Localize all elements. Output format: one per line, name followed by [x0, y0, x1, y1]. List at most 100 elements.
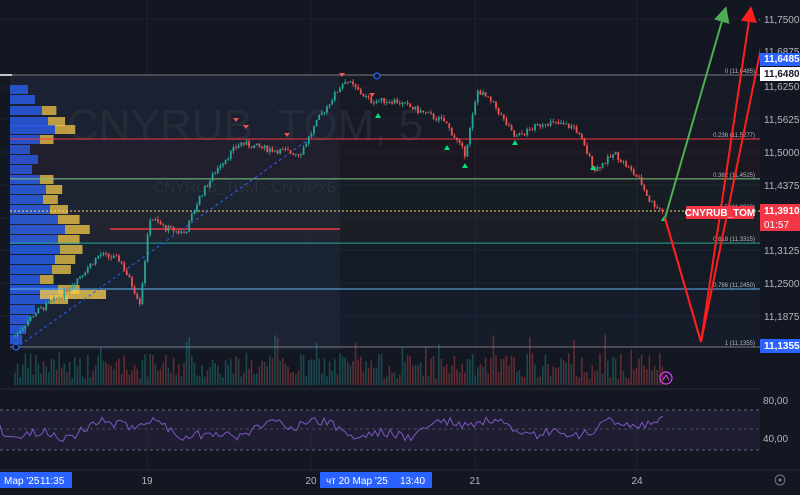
volume-bar: [170, 372, 172, 385]
candle-body: [185, 231, 188, 234]
candle-body: [118, 255, 120, 262]
volume-bar: [432, 356, 435, 385]
candle-body: [461, 142, 464, 147]
candle-body: [110, 257, 113, 259]
volume-bar: [71, 378, 73, 385]
candle-body: [240, 142, 243, 146]
volume-bar: [427, 376, 430, 385]
candle-body: [190, 214, 193, 221]
volume-bar: [544, 354, 547, 385]
volume-bar: [110, 365, 112, 385]
volume-bar: [638, 358, 640, 385]
candle-body: [567, 123, 570, 128]
candle-body: [224, 159, 227, 164]
candle-body: [580, 134, 583, 140]
candle-body: [562, 122, 565, 125]
candle-body: [619, 160, 622, 163]
candle-body: [55, 297, 58, 299]
candle-body: [354, 84, 357, 88]
volume-bar: [601, 373, 604, 385]
candle-body: [554, 121, 557, 123]
candle-body: [588, 153, 591, 156]
fib-anchor-bottom[interactable]: [12, 343, 20, 351]
candle-body: [14, 335, 16, 337]
symbol-tag-label: CNYRUB_TOM: [685, 208, 755, 219]
volume-bar: [175, 374, 177, 385]
candle-body: [227, 158, 230, 160]
volume-bar: [518, 370, 521, 385]
candle-body: [326, 106, 328, 113]
time-axis[interactable]: 19 20 21 24 Мар '25 11:35 чт 20 Мар '25 …: [0, 469, 800, 495]
candle-body: [40, 307, 42, 309]
candle-body: [76, 278, 79, 285]
candle-body: [172, 227, 175, 232]
candle-body: [411, 107, 414, 110]
fib-anchor-top[interactable]: [373, 72, 381, 80]
volume-bar: [547, 364, 549, 385]
volume-bar: [542, 366, 544, 385]
candle-body: [24, 325, 27, 329]
candle-body: [284, 149, 287, 150]
time-label-20: 20: [305, 476, 317, 487]
time-label-19: 19: [141, 476, 153, 487]
chart-root[interactable]: CNYRUB_TOM, 5 CNYRUB_TOM - CNY/РУБ 0 (11…: [0, 0, 800, 495]
volume-bar: [107, 364, 110, 385]
volume-bar: [92, 371, 94, 385]
candle-body: [427, 112, 430, 114]
candle-body: [89, 263, 92, 268]
volume-bar: [243, 372, 245, 385]
volume-bar: [256, 373, 258, 385]
candle-body: [58, 298, 61, 299]
candle-body: [445, 121, 448, 124]
candle-body: [521, 133, 523, 135]
candle-body: [528, 129, 531, 130]
volume-bar: [521, 376, 523, 385]
candle-body: [393, 99, 396, 104]
volume-bar: [568, 353, 570, 385]
candle-body: [583, 139, 586, 146]
volume-bar: [224, 360, 227, 385]
volume-bar: [539, 375, 541, 385]
volume-bar: [596, 369, 599, 385]
candle-body: [294, 154, 297, 155]
candle-body: [175, 230, 178, 232]
fib-level-label: 1 (11,1355): [725, 341, 755, 347]
chart-svg[interactable]: CNYRUB_TOM, 5 CNYRUB_TOM - CNY/РУБ 0 (11…: [0, 0, 800, 495]
volume-bar: [266, 365, 268, 385]
candle-body: [388, 102, 391, 103]
candle-body: [60, 298, 63, 299]
volume-bar: [214, 363, 216, 385]
candle-body: [287, 149, 289, 151]
volume-bar: [87, 354, 89, 385]
volume-bar: [183, 362, 185, 385]
volume-bar: [588, 378, 591, 385]
volume-bar: [63, 363, 66, 385]
fib-zone: [10, 243, 760, 289]
volume-bar: [604, 334, 606, 385]
candle-body: [81, 275, 84, 277]
candle-body: [541, 124, 544, 127]
volume-bar: [227, 364, 229, 385]
candle-body: [508, 124, 510, 126]
candle-body: [349, 81, 352, 83]
candle-body: [531, 129, 534, 131]
candle-body: [310, 133, 313, 137]
volume-bar: [180, 376, 183, 385]
candle-body: [383, 97, 386, 104]
volume-bar: [469, 359, 471, 385]
volume-bar: [531, 353, 534, 385]
volume-bar: [66, 372, 68, 385]
volume-bar: [263, 361, 266, 385]
fib-retracement[interactable]: 0 (11,6485)0.236 (11,5277)0.382 (11,4525…: [0, 69, 760, 348]
candle-body: [440, 116, 443, 119]
candle-body: [211, 173, 214, 181]
candle-body: [138, 298, 141, 305]
candle-body: [352, 81, 354, 85]
candle-body: [302, 147, 305, 155]
volume-bar: [19, 377, 21, 385]
volume-bar: [651, 370, 653, 385]
candle-body: [617, 152, 620, 161]
volume-bar: [193, 362, 196, 385]
candle-body: [560, 122, 562, 125]
candle-body: [643, 184, 646, 190]
